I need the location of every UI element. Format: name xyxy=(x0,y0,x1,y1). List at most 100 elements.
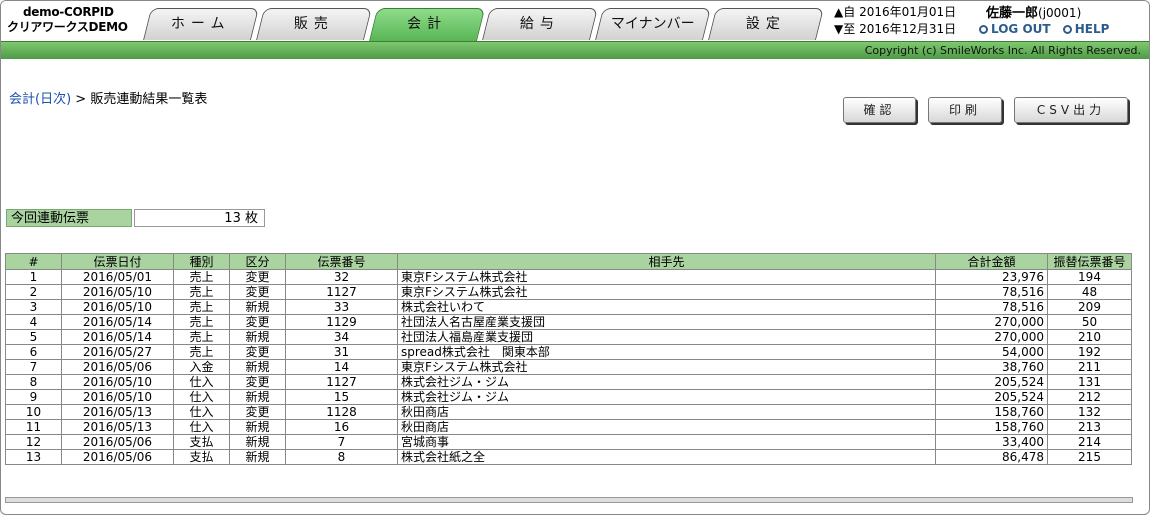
horizontal-scrollbar[interactable] xyxy=(5,497,1133,503)
table-cell: 東京Fシステム株式会社 xyxy=(397,269,936,285)
table-row[interactable]: 4 2016/05/14 売上 変更 1129 社団法人名古屋産業支援団 270,000 50 xyxy=(5,314,1132,330)
table-cell: 新規 xyxy=(229,329,286,345)
table-cell: 入金 xyxy=(173,359,230,375)
column-header: 振替伝票番号 xyxy=(1047,253,1132,270)
table-cell: 新規 xyxy=(229,434,286,450)
confirm-button[interactable]: 確認 xyxy=(843,97,916,123)
table-cell: 2016/05/10 xyxy=(61,284,174,300)
breadcrumb-separator: > xyxy=(71,92,91,107)
column-header: 伝票日付 xyxy=(61,253,174,270)
table-cell: 変更 xyxy=(229,314,286,330)
tab-label: 販売 xyxy=(293,16,334,32)
tab-settings[interactable]: 設定 xyxy=(708,8,824,40)
breadcrumb-parent-link[interactable]: 会計(日次) xyxy=(9,92,71,107)
date-from-prefix[interactable]: ▲自 xyxy=(834,5,855,19)
table-cell: 78,516 xyxy=(935,299,1048,315)
column-header: 伝票番号 xyxy=(285,253,398,270)
table-cell: 売上 xyxy=(173,314,230,330)
column-header: 相手先 xyxy=(397,253,936,270)
table-cell: 32 xyxy=(285,269,398,285)
table-cell: 132 xyxy=(1047,404,1132,420)
table-cell: 2016/05/10 xyxy=(61,389,174,405)
table-cell: 支払 xyxy=(173,434,230,450)
table-cell: 宮城商事 xyxy=(397,434,936,450)
table-row[interactable]: 11 2016/05/13 仕入 新規 16 秋田商店 158,760 213 xyxy=(5,419,1132,435)
table-row[interactable]: 9 2016/05/10 仕入 新規 15 株式会社ジム・ジム 205,524 212 xyxy=(5,389,1132,405)
table-row[interactable]: 1 2016/05/01 売上 変更 32 東京Fシステム株式会社 23,976 194 xyxy=(5,269,1132,285)
date-to-prefix[interactable]: ▼至 xyxy=(834,22,855,36)
table-cell: 10 xyxy=(5,404,62,420)
tab-mynumber[interactable]: マイナンバー xyxy=(595,8,711,40)
breadcrumb: 会計(日次) > 販売連動結果一覧表 xyxy=(9,88,207,107)
table-cell: 38,760 xyxy=(935,359,1048,375)
tab-home[interactable]: ホーム xyxy=(143,8,259,40)
table-cell: 変更 xyxy=(229,269,286,285)
table-cell: 変更 xyxy=(229,404,286,420)
table-cell: 1127 xyxy=(285,374,398,390)
table-cell: 14 xyxy=(285,359,398,375)
table-cell: 2016/05/13 xyxy=(61,419,174,435)
table-cell: 7 xyxy=(5,359,62,375)
table-cell: 新規 xyxy=(229,389,286,405)
table-row[interactable]: 10 2016/05/13 仕入 変更 1128 秋田商店 158,760 132 xyxy=(5,404,1132,420)
table-cell: 秋田商店 xyxy=(397,419,936,435)
table-row[interactable]: 5 2016/05/14 売上 新規 34 社団法人福島産業支援団 270,000 210 xyxy=(5,329,1132,345)
table-cell: 6 xyxy=(5,344,62,360)
results-table: # 伝票日付 種別 区分 伝票番号 相手先 合計金額 振替伝票番号 1 2016/05/01 売上… xyxy=(5,253,1132,465)
table-cell: 2016/05/06 xyxy=(61,359,174,375)
table-cell: 158,760 xyxy=(935,404,1048,420)
table-cell: 変更 xyxy=(229,284,286,300)
table-row[interactable]: 12 2016/05/06 支払 新規 7 宮城商事 33,400 214 xyxy=(5,434,1132,450)
table-cell: 50 xyxy=(1047,314,1132,330)
table-cell: 31 xyxy=(285,344,398,360)
table-cell: 34 xyxy=(285,329,398,345)
help-link[interactable]: HELP xyxy=(1062,22,1110,36)
table-cell: 4 xyxy=(5,314,62,330)
table-cell: 1128 xyxy=(285,404,398,420)
table-cell: 7 xyxy=(285,434,398,450)
table-row[interactable]: 6 2016/05/27 売上 変更 31 spread株式会社 関東本部 54,000 19… xyxy=(5,344,1132,360)
table-cell: 社団法人名古屋産業支援団 xyxy=(397,314,936,330)
header: demo-CORPID クリアワークスDEMO ホーム 販売 会計 給与 マイナンバー 設… xyxy=(1,1,1149,42)
print-button[interactable]: 印刷 xyxy=(928,97,1002,123)
table-cell: 新規 xyxy=(229,419,286,435)
table-cell: 16 xyxy=(285,419,398,435)
table-cell: 13 xyxy=(5,449,62,465)
table-cell: 2016/05/14 xyxy=(61,329,174,345)
table-cell: 210 xyxy=(1047,329,1132,345)
date-range: ▲自 2016年01月01日 ▼至 2016年12月31日 xyxy=(834,4,956,38)
help-label: HELP xyxy=(1074,22,1110,36)
table-row[interactable]: 2 2016/05/10 売上 変更 1127 東京Fシステム株式会社 78,516 48 xyxy=(5,284,1132,300)
tab-accounting[interactable]: 会計 xyxy=(368,8,486,42)
circle-bullet-icon xyxy=(1062,25,1072,34)
table-cell: 仕入 xyxy=(173,374,230,390)
logout-link[interactable]: LOG OUT xyxy=(979,22,1051,36)
table-cell: 株式会社紙之全 xyxy=(397,449,936,465)
column-header: 種別 xyxy=(173,253,230,270)
table-cell: 211 xyxy=(1047,359,1132,375)
header-links: LOG OUT HELP xyxy=(979,22,1117,36)
table-cell: 192 xyxy=(1047,344,1132,360)
count-label: 今回連動伝票 xyxy=(6,209,132,227)
table-cell: 株式会社ジム・ジム xyxy=(397,389,936,405)
table-row[interactable]: 3 2016/05/10 売上 新規 33 株式会社いわて 78,516 209 xyxy=(5,299,1132,315)
company-id: demo-CORPID xyxy=(23,5,114,19)
table-cell: 54,000 xyxy=(935,344,1048,360)
table-cell: 2016/05/01 xyxy=(61,269,174,285)
table-cell: 2016/05/06 xyxy=(61,449,174,465)
table-row[interactable]: 13 2016/05/06 支払 新規 8 株式会社紙之全 86,478 215 xyxy=(5,449,1132,465)
table-cell: 270,000 xyxy=(935,314,1048,330)
tab-sales[interactable]: 販売 xyxy=(256,8,372,40)
user-id: (j0001) xyxy=(1038,6,1082,20)
tab-payroll[interactable]: 給与 xyxy=(482,8,598,40)
table-cell: 2016/05/14 xyxy=(61,314,174,330)
table-cell: 48 xyxy=(1047,284,1132,300)
csv-export-button[interactable]: CSV出力 xyxy=(1014,97,1128,123)
table-row[interactable]: 7 2016/05/06 入金 新規 14 東京Fシステム株式会社 38,760 211 xyxy=(5,359,1132,375)
table-cell: 12 xyxy=(5,434,62,450)
table-cell: 23,976 xyxy=(935,269,1048,285)
logout-label: LOG OUT xyxy=(991,22,1051,36)
table-cell: 212 xyxy=(1047,389,1132,405)
table-row[interactable]: 8 2016/05/10 仕入 変更 1127 株式会社ジム・ジム 205,524 131 xyxy=(5,374,1132,390)
table-cell: 2016/05/10 xyxy=(61,299,174,315)
